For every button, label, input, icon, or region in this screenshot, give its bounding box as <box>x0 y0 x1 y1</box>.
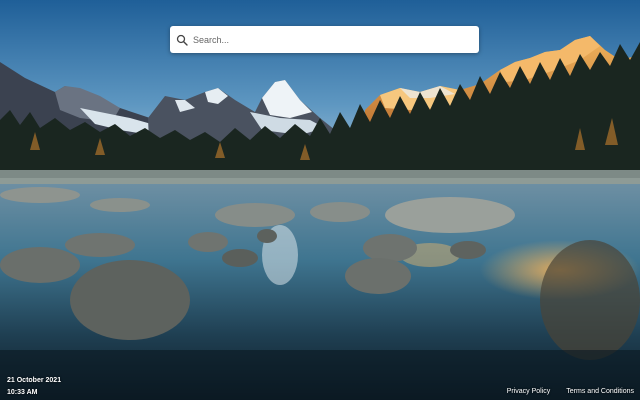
search-input[interactable] <box>193 29 479 50</box>
date-text: 21 October 2021 <box>7 377 62 384</box>
search-icon <box>176 34 188 46</box>
background-landscape <box>0 0 640 400</box>
time-text: 10:33 AM <box>7 389 38 396</box>
terms-and-conditions-link[interactable]: Terms and Conditions <box>566 388 634 395</box>
search-box[interactable] <box>170 26 479 53</box>
privacy-policy-link[interactable]: Privacy Policy <box>507 388 551 395</box>
datetime-display: 21 October 2021 10:33 AM <box>7 375 61 399</box>
footer-links: Privacy Policy Terms and Conditions <box>507 388 634 395</box>
